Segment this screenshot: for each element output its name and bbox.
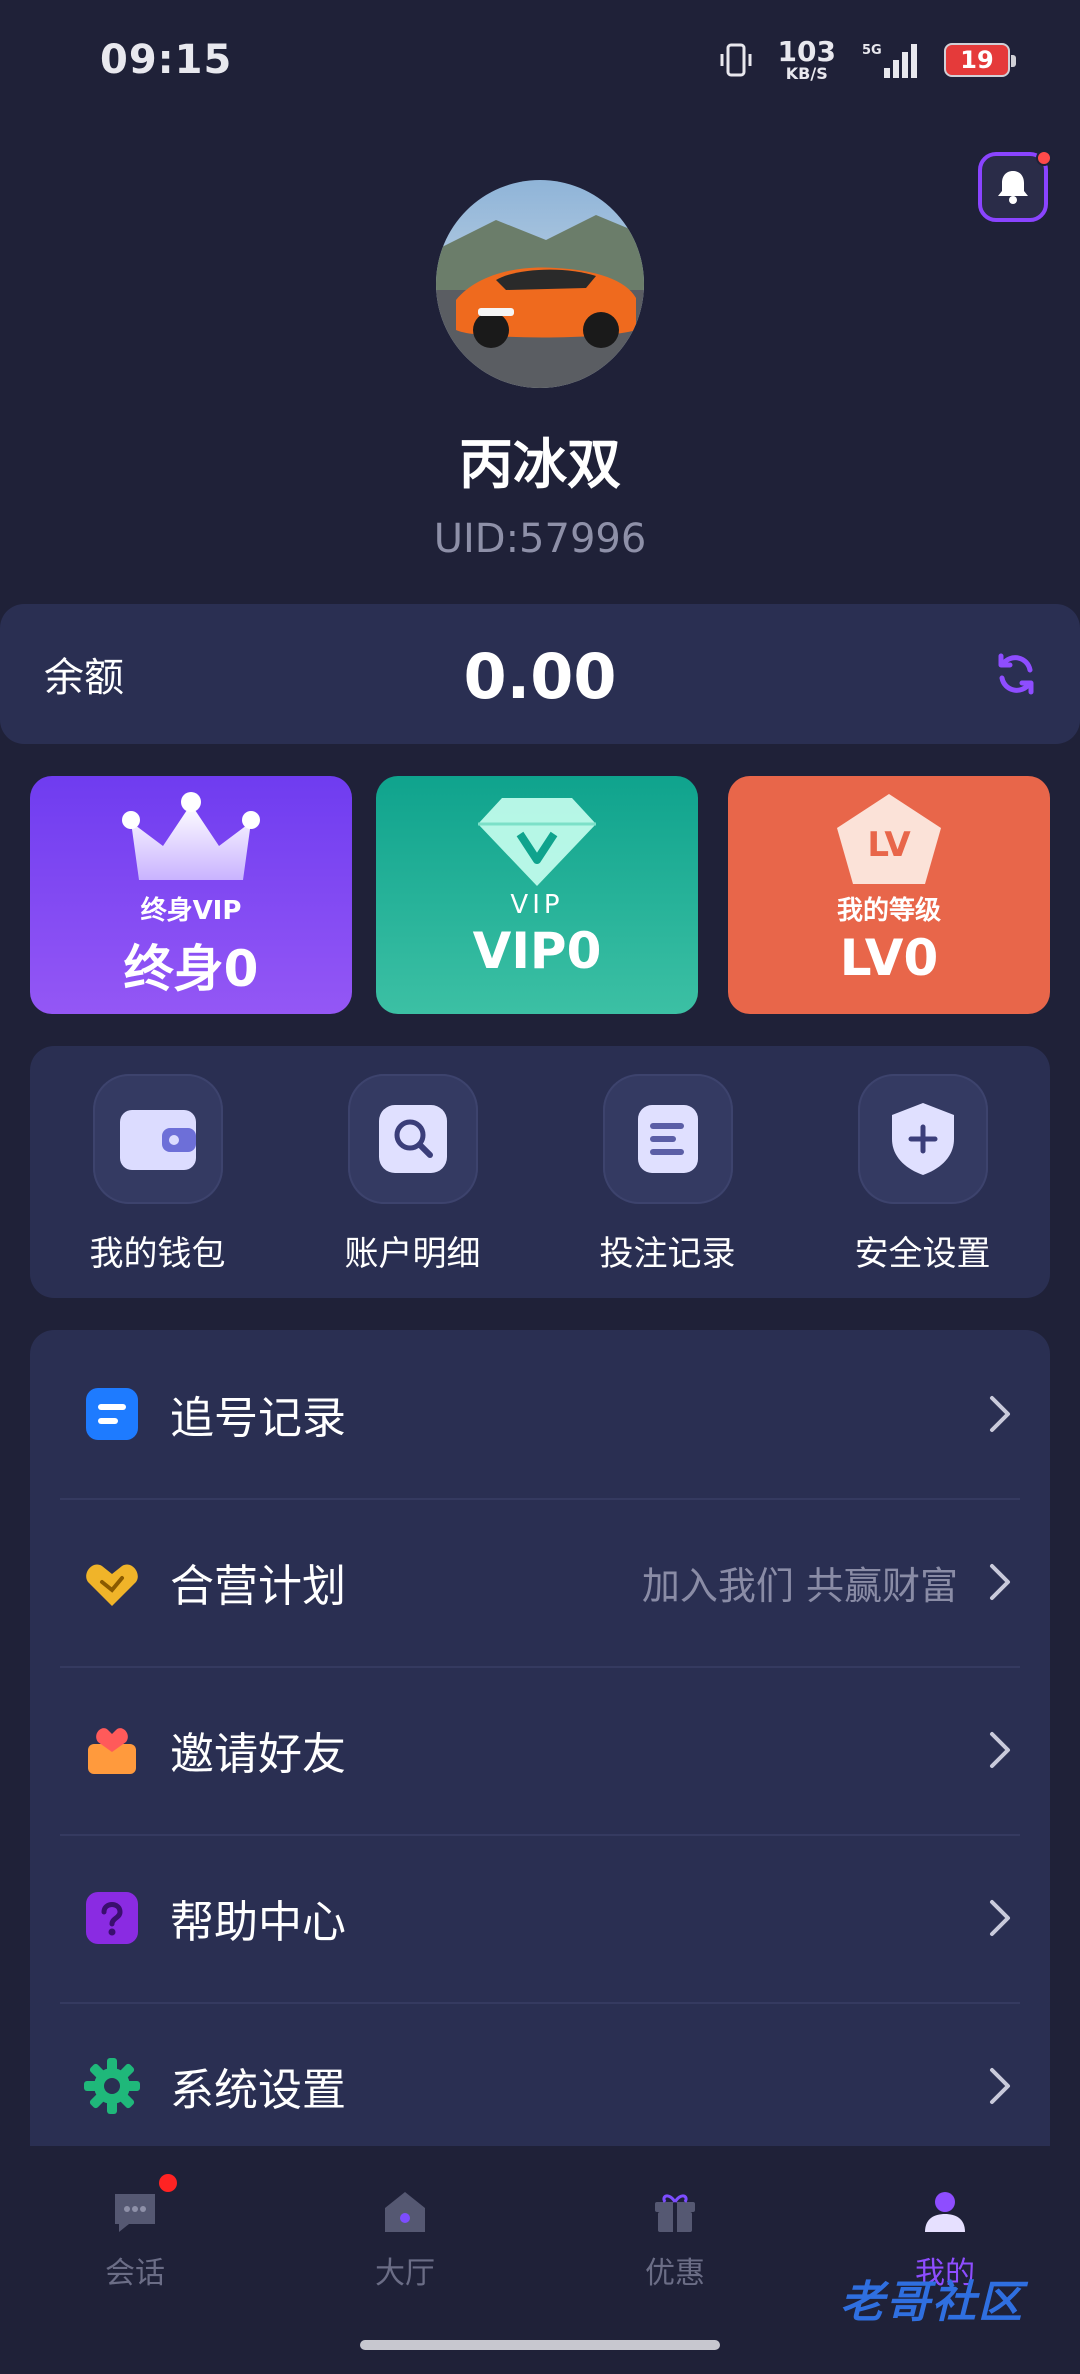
battery-indicator: 19 xyxy=(944,43,1016,77)
account-details-label: 账户明细 xyxy=(344,1234,481,1274)
menu-item-help-center[interactable]: 帮助中心 xyxy=(30,1834,1050,2002)
gear-icon xyxy=(84,2058,140,2114)
shield-icon xyxy=(891,1103,954,1175)
menu-label-invite-friends: 邀请好友 xyxy=(170,1729,346,1780)
menu-label-system-settings: 系统设置 xyxy=(170,2065,346,2116)
account-details-icon-wrap xyxy=(347,1074,478,1204)
bet-records-label: 投注记录 xyxy=(599,1234,736,1274)
nav-promotions[interactable]: 优惠 xyxy=(575,2188,775,2292)
nav-chat[interactable]: 会话 xyxy=(35,2174,235,2292)
menu-label-partnership: 合营计划 xyxy=(170,1561,346,1612)
help-icon xyxy=(84,1890,140,1946)
avatar-image xyxy=(436,180,644,388)
security-settings-button[interactable]: 安全设置 xyxy=(813,1074,1033,1275)
chevron-right-icon xyxy=(980,2066,1020,2106)
status-icons: 103 KB/S 5G 19 xyxy=(716,38,1016,82)
security-icon-wrap xyxy=(857,1074,988,1204)
balance-bar: 余额 0.00 xyxy=(0,604,1080,744)
status-time: 09:15 xyxy=(100,37,233,83)
search-icon xyxy=(378,1105,447,1173)
bet-records-icon-wrap xyxy=(602,1074,733,1204)
document-icon xyxy=(637,1105,698,1173)
level-badge-icon: LV xyxy=(837,794,941,884)
quick-actions: 我的钱包 账户明细 投注记录 安全设置 xyxy=(30,1046,1050,1298)
invite-icon xyxy=(84,1722,140,1778)
chevron-right-icon xyxy=(980,1562,1020,1602)
level-subtitle: 我的等级 xyxy=(836,896,941,926)
notification-button[interactable] xyxy=(978,150,1052,222)
level-value: LV0 xyxy=(839,929,939,987)
record-icon xyxy=(84,1386,140,1442)
menu-item-partnership[interactable]: 合营计划 加入我们 共赢财富 xyxy=(30,1498,1050,1666)
wallet-icon-wrap xyxy=(92,1074,223,1204)
gift-icon xyxy=(655,2194,695,2232)
menu-item-invite-friends[interactable]: 邀请好友 xyxy=(30,1666,1050,1834)
lifetime-vip-subtitle: 终身VIP xyxy=(140,896,242,926)
chat-icon xyxy=(115,2194,155,2232)
home-icon xyxy=(385,2192,425,2232)
refresh-icon[interactable] xyxy=(992,650,1040,698)
vip-card[interactable]: VIP VIP0 xyxy=(376,776,698,1014)
svg-text:5G: 5G xyxy=(862,43,882,58)
net-speed-value: 103 xyxy=(777,35,836,68)
bet-records-button[interactable]: 投注记录 xyxy=(558,1074,778,1275)
nav-lobby[interactable]: 大厅 xyxy=(305,2188,505,2292)
chat-unread-dot xyxy=(159,2174,177,2192)
home-indicator[interactable] xyxy=(360,2340,720,2350)
chevron-right-icon xyxy=(980,1394,1020,1434)
wallet-button[interactable]: 我的钱包 xyxy=(48,1074,268,1275)
profile-icon xyxy=(925,2192,965,2232)
username: 丙冰双 xyxy=(459,433,621,496)
nav-promotions-label: 优惠 xyxy=(645,2256,705,2291)
level-card[interactable]: LV 我的等级 LV0 xyxy=(728,776,1050,1014)
user-id: UID:57996 xyxy=(433,516,647,562)
vip-subtitle: VIP xyxy=(510,890,564,920)
balance-value: 0.00 xyxy=(463,640,617,713)
menu-sub-partnership: 加入我们 共赢财富 xyxy=(641,1563,958,1608)
signal-icon: 5G xyxy=(862,43,917,78)
account-details-button[interactable]: 账户明细 xyxy=(303,1074,523,1275)
crown-icon xyxy=(122,792,260,880)
balance-label: 余额 xyxy=(44,655,124,701)
diamond-icon xyxy=(478,798,596,886)
net-speed-unit: KB/S xyxy=(785,64,828,83)
wallet-label: 我的钱包 xyxy=(89,1234,226,1274)
nav-lobby-label: 大厅 xyxy=(375,2256,435,2291)
lifetime-vip-card[interactable]: 终身VIP 终身0 xyxy=(30,776,352,1014)
lifetime-vip-value: 终身0 xyxy=(123,940,259,998)
menu-label-chase-records: 追号记录 xyxy=(170,1393,346,1444)
handshake-icon xyxy=(84,1554,140,1610)
nav-chat-label: 会话 xyxy=(105,2256,165,2291)
menu-item-system-settings[interactable]: 系统设置 xyxy=(30,2002,1050,2150)
wallet-icon xyxy=(119,1110,196,1170)
security-settings-label: 安全设置 xyxy=(854,1234,991,1274)
chevron-right-icon xyxy=(980,1898,1020,1938)
menu-list: 追号记录 合营计划 加入我们 共赢财富 邀请好友 帮助中心 系统设置 xyxy=(30,1330,1050,2150)
net-speed: 103 KB/S xyxy=(778,38,836,82)
status-bar: 09:15 103 KB/S 5G 19 xyxy=(0,0,1080,120)
menu-item-chase-records[interactable]: 追号记录 xyxy=(30,1330,1050,1498)
level-badge-text: LV xyxy=(867,825,911,865)
avatar[interactable] xyxy=(436,180,644,388)
bell-icon xyxy=(998,171,1028,204)
vibrate-icon xyxy=(720,43,752,77)
chevron-right-icon xyxy=(980,1730,1020,1770)
vip-value: VIP0 xyxy=(472,922,602,980)
watermark-logo: 老哥社区 xyxy=(840,2277,1024,2328)
notification-dot xyxy=(1036,150,1052,166)
menu-label-help-center: 帮助中心 xyxy=(170,1897,346,1948)
